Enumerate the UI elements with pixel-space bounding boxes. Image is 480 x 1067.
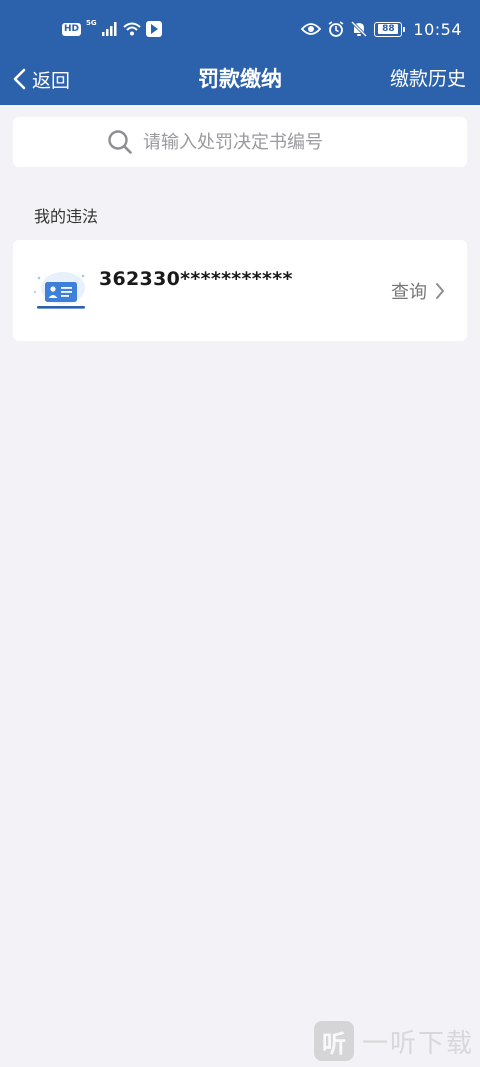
id-card-icon xyxy=(34,272,85,309)
status-time: 10:54 xyxy=(413,19,462,39)
battery-icon: 88 xyxy=(374,21,406,37)
watermark: 听 一听下载 xyxy=(313,1021,474,1061)
app-notification-icon xyxy=(145,21,162,37)
search-bar[interactable] xyxy=(13,117,467,167)
signal-icon xyxy=(101,22,117,36)
query-label: 查询 xyxy=(391,282,427,303)
status-bar: HD 5G 88 10:54 xyxy=(0,0,480,58)
decision-number-search-input[interactable] xyxy=(143,131,373,153)
header-bar: HD 5G 88 10:54 返回 罚款缴纳 缴款历史 xyxy=(0,0,480,105)
violation-card[interactable]: 362330*********** 查询 xyxy=(13,240,467,341)
mute-icon xyxy=(351,21,368,37)
watermark-logo: 听 xyxy=(313,1021,354,1061)
network-type-label: 5G xyxy=(86,19,97,27)
alarm-icon xyxy=(328,21,344,37)
payment-history-button[interactable]: 缴款历史 xyxy=(390,62,466,96)
wifi-icon xyxy=(122,22,141,36)
id-number: 362330*********** xyxy=(99,268,293,290)
status-bar-left: HD 5G xyxy=(62,18,162,40)
status-bar-right: 88 10:54 xyxy=(301,18,462,40)
search-icon xyxy=(108,130,132,154)
query-button[interactable]: 查询 xyxy=(391,278,445,304)
section-title-my-violations: 我的违法 xyxy=(34,207,99,226)
battery-level: 88 xyxy=(378,24,399,34)
nav-bar: 返回 罚款缴纳 缴款历史 xyxy=(0,58,480,105)
chevron-right-icon xyxy=(436,283,444,299)
eye-icon xyxy=(301,23,322,35)
watermark-text: 一听下载 xyxy=(361,1028,474,1059)
hd-badge: HD xyxy=(62,22,82,36)
